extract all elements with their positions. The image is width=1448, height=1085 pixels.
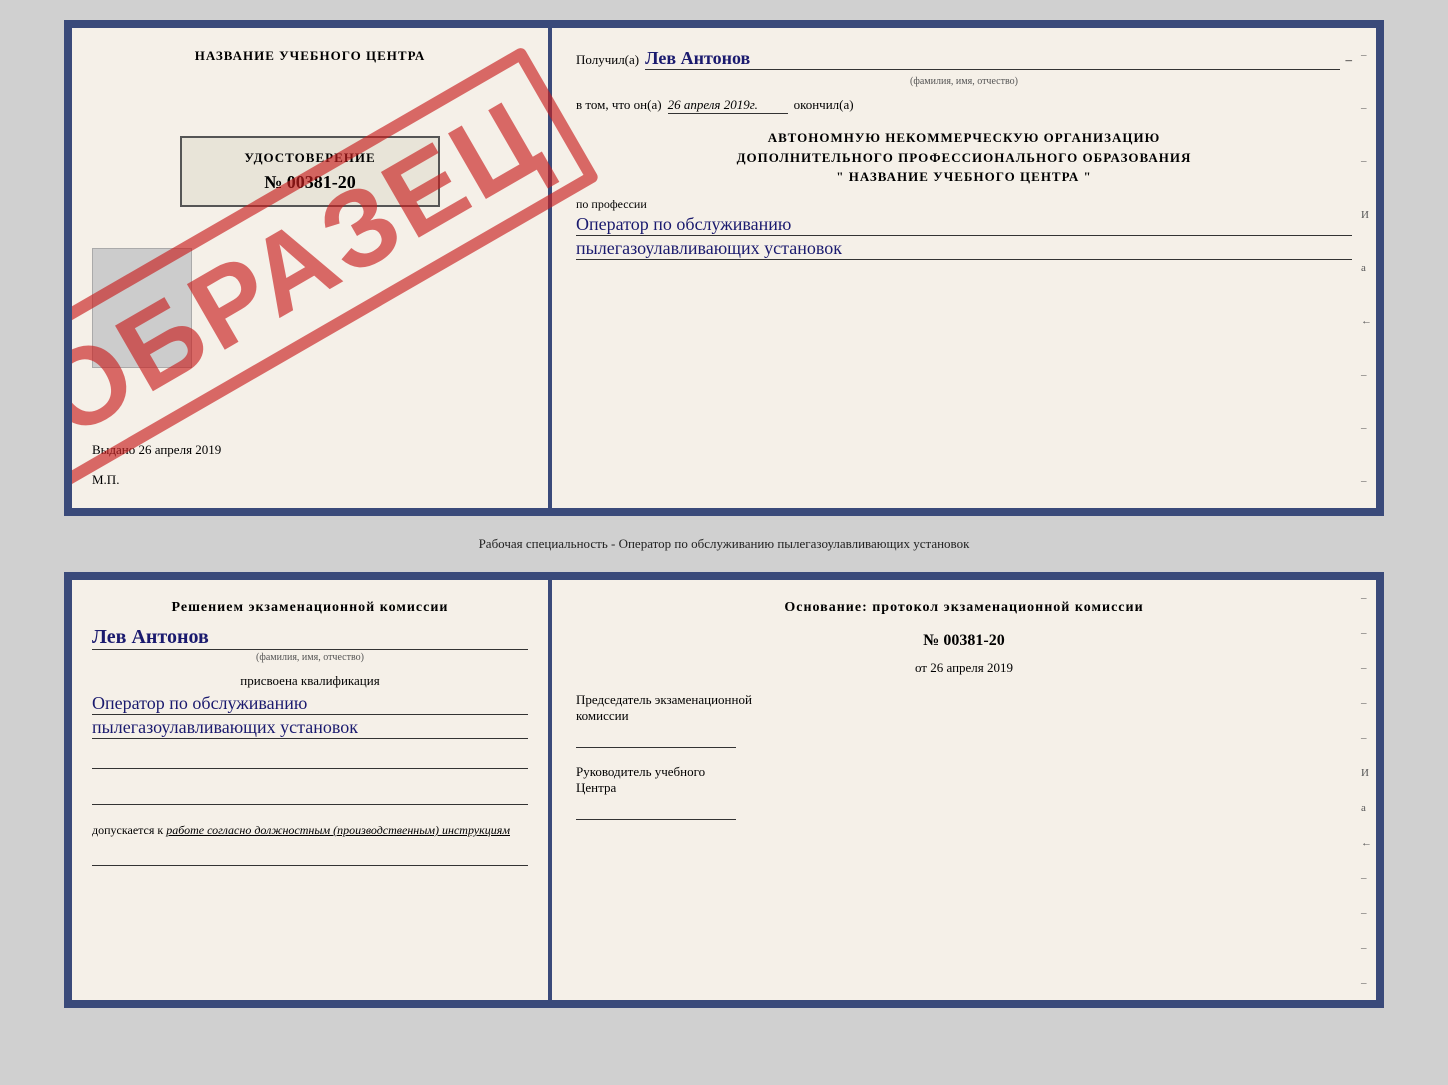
top-doc-left: НАЗВАНИЕ УЧЕБНОГО ЦЕНТРА УДОСТОВЕРЕНИЕ №… xyxy=(72,28,552,508)
chairman-signature-block: Председатель экзаменационной комиссии xyxy=(576,692,1352,748)
qual-line2: пылегазоулавливающих установок xyxy=(92,717,528,739)
decision-text: Решением экзаменационной комиссии xyxy=(92,600,528,616)
profession-name-line1: Оператор по обслуживанию xyxy=(576,214,1352,236)
org-line1: АВТОНОМНУЮ НЕКОММЕРЧЕСКУЮ ОРГАНИЗАЦИЮ xyxy=(768,130,1161,145)
org-line2: ДОПОЛНИТЕЛЬНОГО ПРОФЕССИОНАЛЬНОГО ОБРАЗО… xyxy=(737,150,1192,165)
assigned-label: присвоена квалификация xyxy=(92,673,528,689)
date-from-label: от xyxy=(915,660,927,675)
date-prefix: в том, что он(а) xyxy=(576,97,662,113)
protocol-number: № 00381-20 xyxy=(576,632,1352,650)
director-sig-line xyxy=(576,800,736,820)
org-title: АВТОНОМНУЮ НЕКОММЕРЧЕСКУЮ ОРГАНИЗАЦИЮ ДО… xyxy=(576,128,1352,187)
protocol-date-val: 26 апреля 2019 xyxy=(930,660,1013,675)
cert-number: № 00381-20 xyxy=(202,172,418,193)
profession-name-line2: пылегазоулавливающих установок xyxy=(576,238,1352,260)
profession-label: по профессии xyxy=(576,197,1352,212)
completed-suffix: окончил(а) xyxy=(794,97,854,113)
protocol-date: от 26 апреля 2019 xyxy=(576,660,1352,676)
cert-title: УДОСТОВЕРЕНИЕ xyxy=(202,150,418,166)
person-name: Лев Антонов xyxy=(92,626,528,650)
admission-prefix: допускается к xyxy=(92,823,163,837)
recipient-line: Получил(а) Лев Антонов – xyxy=(576,48,1352,70)
chairman-sig-line xyxy=(576,728,736,748)
blank-line-3 xyxy=(92,846,528,866)
recipient-prefix: Получил(а) xyxy=(576,52,639,68)
top-document: НАЗВАНИЕ УЧЕБНОГО ЦЕНТРА УДОСТОВЕРЕНИЕ №… xyxy=(64,20,1384,516)
cert-box: УДОСТОВЕРЕНИЕ № 00381-20 xyxy=(180,136,440,207)
blank-line-1 xyxy=(92,749,528,769)
top-left-title: НАЗВАНИЕ УЧЕБНОГО ЦЕНТРА xyxy=(195,48,426,64)
fio-label: (фамилия, имя, отчество) xyxy=(576,76,1352,87)
fio-label-bottom: (фамилия, имя, отчество) xyxy=(92,652,528,663)
chairman-label-line2: комиссии xyxy=(576,708,629,723)
chairman-label: Председатель экзаменационной комиссии xyxy=(576,692,1352,724)
date-value: 26 апреля 2019г. xyxy=(668,97,788,114)
issued-date: 26 апреля 2019 xyxy=(139,442,222,457)
bottom-document: Решением экзаменационной комиссии Лев Ан… xyxy=(64,572,1384,1008)
side-marks-top: – – – И а ← – – – xyxy=(1361,28,1372,508)
director-signature-block: Руководитель учебного Центра xyxy=(576,764,1352,820)
chairman-label-line1: Председатель экзаменационной xyxy=(576,692,752,707)
date-line: в том, что он(а) 26 апреля 2019г. окончи… xyxy=(576,97,1352,114)
org-line3: " НАЗВАНИЕ УЧЕБНОГО ЦЕНТРА " xyxy=(836,169,1091,184)
admission-text: допускается к работе согласно должностны… xyxy=(92,823,528,838)
issued-label: Выдано xyxy=(92,442,135,457)
bottom-doc-right: Основание: протокол экзаменационной коми… xyxy=(552,580,1376,1000)
recipient-name: Лев Антонов xyxy=(645,48,1339,70)
basis-text: Основание: протокол экзаменационной коми… xyxy=(576,600,1352,616)
bottom-doc-left: Решением экзаменационной комиссии Лев Ан… xyxy=(72,580,552,1000)
side-marks-bottom: – – – – – И а ← – – – – xyxy=(1361,580,1372,1000)
mp-label: М.П. xyxy=(92,472,119,488)
director-label: Руководитель учебного Центра xyxy=(576,764,1352,796)
director-label-line1: Руководитель учебного xyxy=(576,764,705,779)
top-doc-right: Получил(а) Лев Антонов – (фамилия, имя, … xyxy=(552,28,1376,508)
blank-line-2 xyxy=(92,785,528,805)
dash: – xyxy=(1346,52,1353,68)
photo-placeholder xyxy=(92,248,192,368)
qual-line1: Оператор по обслуживанию xyxy=(92,693,528,715)
director-label-line2: Центра xyxy=(576,780,616,795)
admission-italic: работе согласно должностным (производств… xyxy=(166,823,510,837)
issued-line: Выдано 26 апреля 2019 xyxy=(92,442,528,458)
separator-text: Рабочая специальность - Оператор по обсл… xyxy=(64,532,1384,556)
